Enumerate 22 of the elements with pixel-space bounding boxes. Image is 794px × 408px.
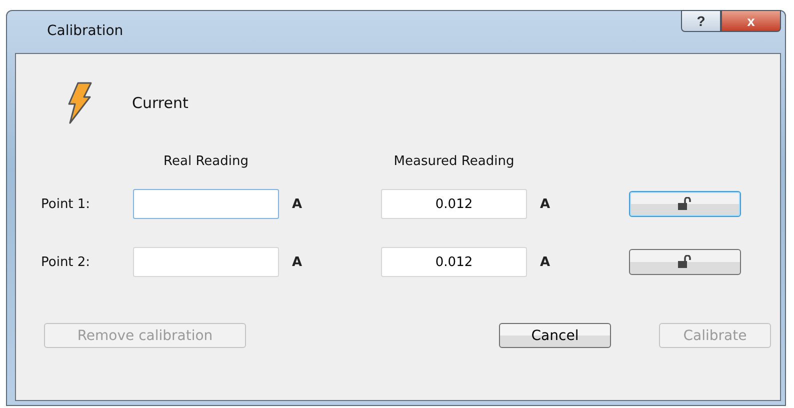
measurement-label: Current xyxy=(132,94,188,112)
point-label: Point 1: xyxy=(41,196,92,212)
unit-label: A xyxy=(540,254,552,270)
measured-reading-field[interactable]: 0.012 xyxy=(381,247,527,277)
real-reading-field[interactable] xyxy=(133,247,279,277)
lock-button[interactable] xyxy=(629,191,741,217)
column-header: Measured Reading xyxy=(394,154,514,169)
unit-label: A xyxy=(292,254,304,270)
close-button[interactable]: x xyxy=(721,10,781,32)
dialog-button[interactable]: Cancel xyxy=(499,323,611,348)
measured-reading-field[interactable]: 0.012 xyxy=(381,189,527,219)
point-label: Point 2: xyxy=(41,254,92,270)
unlocked-padlock-icon xyxy=(677,197,693,211)
unit-label: A xyxy=(292,196,304,212)
unit-label: A xyxy=(540,196,552,212)
window-title: Calibration xyxy=(47,23,124,39)
help-button[interactable]: ? xyxy=(681,10,721,32)
real-reading-field[interactable] xyxy=(133,189,279,219)
lightning-bolt-icon xyxy=(66,82,92,124)
unlocked-padlock-icon xyxy=(677,255,693,269)
lock-button[interactable] xyxy=(629,249,741,275)
column-header: Real Reading xyxy=(164,154,248,169)
